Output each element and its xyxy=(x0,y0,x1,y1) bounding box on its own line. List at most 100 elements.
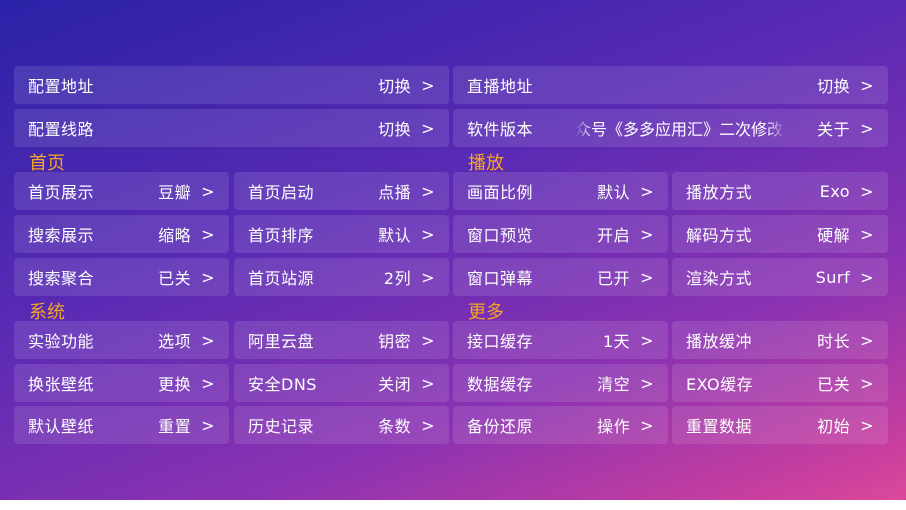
reset-data-label: 重置数据 xyxy=(686,417,753,436)
chevron-right-icon: > xyxy=(640,415,654,435)
history-records-value: 条数 xyxy=(378,417,412,436)
chevron-right-icon: > xyxy=(201,373,215,393)
secure-dns-label: 安全DNS xyxy=(248,375,317,394)
chevron-right-icon: > xyxy=(640,224,654,244)
chevron-right-icon: > xyxy=(421,415,435,435)
window-danmaku-value: 已开 xyxy=(597,269,631,288)
home-sort-value: 默认 xyxy=(378,226,412,245)
chevron-right-icon: > xyxy=(860,267,874,287)
render-mode-row[interactable]: 渲染方式 Surf > xyxy=(672,258,888,296)
home-source-value: 2列 xyxy=(383,269,412,288)
decode-mode-label: 解码方式 xyxy=(686,226,753,245)
chevron-right-icon: > xyxy=(421,373,435,393)
chevron-right-icon: > xyxy=(640,330,654,350)
window-danmaku-label: 窗口弹幕 xyxy=(467,269,534,288)
config-address-label: 配置地址 xyxy=(28,77,95,96)
config-route-row[interactable]: 配置线路 切换 > xyxy=(14,109,449,147)
chevron-right-icon: > xyxy=(860,224,874,244)
play-buffer-row[interactable]: 播放缓冲 时长 > xyxy=(672,321,888,359)
render-mode-label: 渲染方式 xyxy=(686,269,753,288)
history-records-label: 历史记录 xyxy=(248,417,315,436)
play-mode-row[interactable]: 播放方式 Exo > xyxy=(672,172,888,210)
config-route-label: 配置线路 xyxy=(28,120,95,139)
secure-dns-row[interactable]: 安全DNS 关闭 > xyxy=(234,364,449,402)
search-display-row[interactable]: 搜索展示 缩略 > xyxy=(14,215,229,253)
experimental-features-row[interactable]: 实验功能 选项 > xyxy=(14,321,229,359)
chevron-right-icon: > xyxy=(421,181,435,201)
aspect-ratio-row[interactable]: 画面比例 默认 > xyxy=(453,172,668,210)
aliyun-drive-row[interactable]: 阿里云盘 钥密 > xyxy=(234,321,449,359)
chevron-right-icon: > xyxy=(860,118,874,138)
home-sort-label: 首页排序 xyxy=(248,226,315,245)
backup-restore-label: 备份还原 xyxy=(467,417,534,436)
play-mode-label: 播放方式 xyxy=(686,183,753,202)
render-mode-value: Surf xyxy=(815,267,851,287)
chevron-right-icon: > xyxy=(640,267,654,287)
chevron-right-icon: > xyxy=(421,118,435,138)
change-wallpaper-row[interactable]: 换张壁纸 更换 > xyxy=(14,364,229,402)
play-buffer-label: 播放缓冲 xyxy=(686,332,753,351)
chevron-right-icon: > xyxy=(860,330,874,350)
home-launch-label: 首页启动 xyxy=(248,183,315,202)
background-strip xyxy=(0,500,906,510)
chevron-right-icon: > xyxy=(201,181,215,201)
live-address-label: 直播地址 xyxy=(467,77,534,96)
decode-mode-row[interactable]: 解码方式 硬解 > xyxy=(672,215,888,253)
live-address-value: 切换 xyxy=(817,77,851,96)
chevron-right-icon: > xyxy=(421,267,435,287)
backup-restore-value: 操作 xyxy=(597,417,631,436)
chevron-right-icon: > xyxy=(421,75,435,95)
config-address-row[interactable]: 配置地址 切换 > xyxy=(14,66,449,104)
chevron-right-icon: > xyxy=(421,330,435,350)
software-version-label: 软件版本 xyxy=(467,120,534,139)
home-source-row[interactable]: 首页站源 2列 > xyxy=(234,258,449,296)
api-cache-label: 接口缓存 xyxy=(467,332,534,351)
history-records-row[interactable]: 历史记录 条数 > xyxy=(234,406,449,444)
reset-data-value: 初始 xyxy=(817,417,851,436)
api-cache-row[interactable]: 接口缓存 1天 > xyxy=(453,321,668,359)
search-display-label: 搜索展示 xyxy=(28,226,95,245)
data-cache-row[interactable]: 数据缓存 清空 > xyxy=(453,364,668,402)
aliyun-drive-value: 钥密 xyxy=(378,332,412,351)
experimental-features-value: 选项 xyxy=(158,332,192,351)
play-mode-value: Exo xyxy=(819,181,851,201)
home-display-label: 首页展示 xyxy=(28,183,95,202)
window-danmaku-row[interactable]: 窗口弹幕 已开 > xyxy=(453,258,668,296)
exo-cache-row[interactable]: EXO缓存 已关 > xyxy=(672,364,888,402)
data-cache-label: 数据缓存 xyxy=(467,375,534,394)
home-launch-value: 点播 xyxy=(378,183,412,202)
experimental-features-label: 实验功能 xyxy=(28,332,95,351)
config-route-value: 切换 xyxy=(378,120,412,139)
chevron-right-icon: > xyxy=(421,224,435,244)
chevron-right-icon: > xyxy=(201,224,215,244)
change-wallpaper-label: 换张壁纸 xyxy=(28,375,95,394)
default-wallpaper-value: 重置 xyxy=(158,417,192,436)
chevron-right-icon: > xyxy=(201,330,215,350)
home-display-value: 豆瓣 xyxy=(158,183,192,202)
home-launch-row[interactable]: 首页启动 点播 > xyxy=(234,172,449,210)
chevron-right-icon: > xyxy=(640,181,654,201)
home-sort-row[interactable]: 首页排序 默认 > xyxy=(234,215,449,253)
search-aggregate-value: 已关 xyxy=(158,269,192,288)
default-wallpaper-row[interactable]: 默认壁纸 重置 > xyxy=(14,406,229,444)
secure-dns-value: 关闭 xyxy=(378,375,412,394)
play-buffer-value: 时长 xyxy=(817,332,851,351)
home-display-row[interactable]: 首页展示 豆瓣 > xyxy=(14,172,229,210)
search-aggregate-row[interactable]: 搜索聚合 已关 > xyxy=(14,258,229,296)
window-preview-row[interactable]: 窗口预览 开启 > xyxy=(453,215,668,253)
chevron-right-icon: > xyxy=(201,267,215,287)
config-address-value: 切换 xyxy=(378,77,412,96)
chevron-right-icon: > xyxy=(860,373,874,393)
exo-cache-value: 已关 xyxy=(817,375,851,394)
exo-cache-label: EXO缓存 xyxy=(686,375,754,394)
aliyun-drive-label: 阿里云盘 xyxy=(248,332,315,351)
home-source-label: 首页站源 xyxy=(248,269,315,288)
live-address-row[interactable]: 直播地址 切换 > xyxy=(453,66,888,104)
aspect-ratio-label: 画面比例 xyxy=(467,183,534,202)
search-aggregate-label: 搜索聚合 xyxy=(28,269,95,288)
reset-data-row[interactable]: 重置数据 初始 > xyxy=(672,406,888,444)
window-preview-label: 窗口预览 xyxy=(467,226,534,245)
aspect-ratio-value: 默认 xyxy=(597,183,631,202)
version-marquee-text: 众号《多多应用汇》二次修改 xyxy=(575,120,784,139)
backup-restore-row[interactable]: 备份还原 操作 > xyxy=(453,406,668,444)
